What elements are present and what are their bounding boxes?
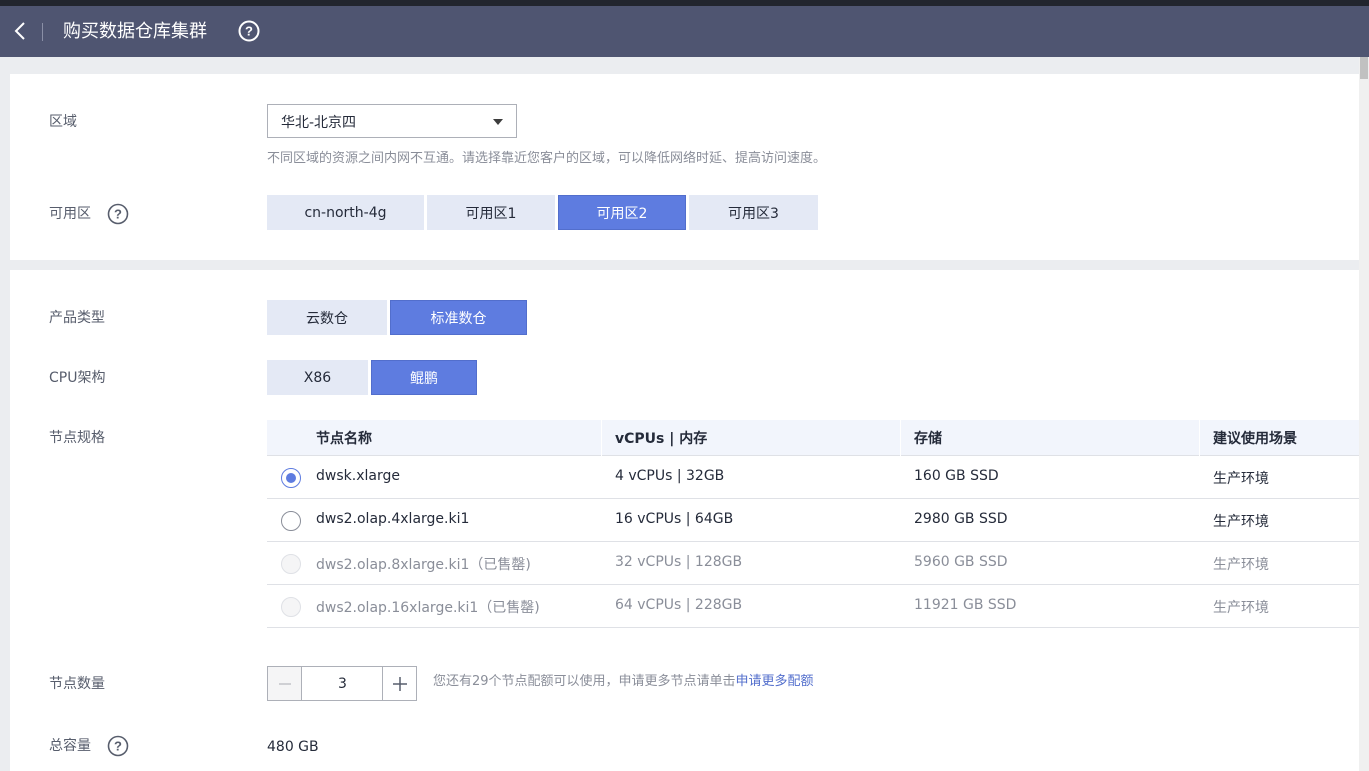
region-select[interactable]: 华北-北京四 (267, 104, 517, 138)
az-option-3[interactable]: 可用区3 (689, 195, 818, 230)
node-count-hint-text: 您还有29个节点配额可以使用，申请更多节点请单击 (433, 674, 736, 689)
node-count-stepper (267, 666, 417, 701)
scrollbar-thumb[interactable] (1360, 57, 1368, 79)
row-radio (281, 554, 301, 574)
table-row[interactable]: dws2.olap.4xlarge.ki1 16 vCPUs | 64GB 29… (267, 499, 1369, 542)
total-capacity-value: 480 GB (267, 739, 319, 755)
node-count-hint: 您还有29个节点配额可以使用，申请更多节点请单击申请更多配额 (433, 673, 814, 691)
column-divider (1199, 420, 1200, 456)
region-hint: 不同区域的资源之间内网不互通。请选择靠近您客户的区域，可以降低网络时延、提高访问… (267, 151, 827, 166)
cell-name: dws2.olap.8xlarge.ki1（已售罄) (316, 557, 531, 573)
cell-scene: 生产环境 (1213, 557, 1269, 573)
svg-text:?: ? (114, 739, 122, 754)
cell-storage: 160 GB SSD (914, 468, 999, 484)
cell-scene: 生产环境 (1213, 600, 1269, 616)
region-label: 区域 (49, 114, 77, 130)
column-header-scene: 建议使用场景 (1213, 431, 1297, 447)
question-circle-icon: ? (107, 203, 129, 225)
cell-name: dws2.olap.16xlarge.ki1（已售罄) (316, 600, 540, 616)
cell-cpu-mem: 32 vCPUs | 128GB (615, 554, 743, 570)
cell-scene: 生产环境 (1213, 514, 1269, 530)
page-title: 购买数据仓库集群 (63, 21, 207, 42)
table-header: 节点名称 vCPUs | 内存 存储 建议使用场景 (267, 420, 1369, 456)
table-row: dws2.olap.8xlarge.ki1（已售罄) 32 vCPUs | 12… (267, 542, 1369, 585)
table-row[interactable]: dwsk.xlarge 4 vCPUs | 32GB 160 GB SSD 生产… (267, 456, 1369, 499)
az-option-1[interactable]: 可用区1 (427, 195, 555, 230)
cell-name: dwsk.xlarge (316, 468, 400, 484)
cell-cpu-mem: 16 vCPUs | 64GB (615, 511, 734, 527)
node-count-label: 节点数量 (49, 676, 105, 692)
product-type-option-standard[interactable]: 标准数仓 (390, 300, 527, 335)
table-row: dws2.olap.16xlarge.ki1（已售罄) 64 vCPUs | 2… (267, 585, 1369, 628)
cpu-arch-option-kunpeng[interactable]: 鲲鹏 (371, 360, 477, 395)
column-header-storage: 存储 (914, 431, 942, 447)
question-circle-icon: ? (107, 735, 129, 757)
product-type-label: 产品类型 (49, 310, 105, 326)
header-divider (42, 23, 43, 41)
decrement-button[interactable] (268, 667, 302, 700)
total-capacity-help-button[interactable]: ? (107, 735, 129, 757)
svg-text:?: ? (114, 207, 122, 222)
cpu-arch-option-x86[interactable]: X86 (267, 360, 368, 395)
product-type-option-cloud[interactable]: 云数仓 (267, 300, 387, 335)
request-quota-link[interactable]: 申请更多配额 (736, 674, 814, 689)
caret-down-icon (493, 119, 503, 125)
cell-storage: 2980 GB SSD (914, 511, 1008, 527)
cell-cpu-mem: 4 vCPUs | 32GB (615, 468, 725, 484)
cpu-arch-label: CPU架构 (49, 370, 106, 386)
column-divider (601, 420, 602, 456)
az-help-button[interactable]: ? (107, 203, 129, 225)
row-radio[interactable] (281, 468, 301, 488)
row-radio[interactable] (281, 511, 301, 531)
column-header-cpu-mem: vCPUs | 内存 (615, 431, 708, 447)
question-circle-icon: ? (238, 20, 260, 42)
row-radio (281, 597, 301, 617)
az-option-2[interactable]: 可用区2 (558, 195, 686, 230)
cell-cpu-mem: 64 vCPUs | 228GB (615, 597, 743, 613)
node-spec-label: 节点规格 (49, 430, 105, 446)
total-capacity-label: 总容量 (49, 738, 91, 754)
page-help-button[interactable]: ? (238, 20, 260, 42)
minus-icon (278, 682, 291, 685)
region-select-value: 华北-北京四 (281, 115, 357, 131)
increment-button[interactable] (382, 667, 416, 700)
cell-scene: 生产环境 (1213, 471, 1269, 487)
plus-icon (392, 676, 407, 691)
chevron-left-icon (14, 22, 25, 40)
page-header: 购买数据仓库集群 ? (0, 6, 1369, 57)
vertical-scrollbar[interactable] (1359, 57, 1369, 771)
svg-text:?: ? (245, 24, 253, 39)
back-button[interactable] (8, 18, 32, 44)
column-header-name: 节点名称 (316, 431, 372, 447)
az-option-cn-north-4g[interactable]: cn-north-4g (267, 195, 424, 230)
node-count-input[interactable] (303, 667, 382, 700)
cell-storage: 5960 GB SSD (914, 554, 1008, 570)
cell-name: dws2.olap.4xlarge.ki1 (316, 511, 470, 527)
cell-storage: 11921 GB SSD (914, 597, 1017, 613)
az-label: 可用区 (49, 206, 91, 222)
column-divider (900, 420, 901, 456)
